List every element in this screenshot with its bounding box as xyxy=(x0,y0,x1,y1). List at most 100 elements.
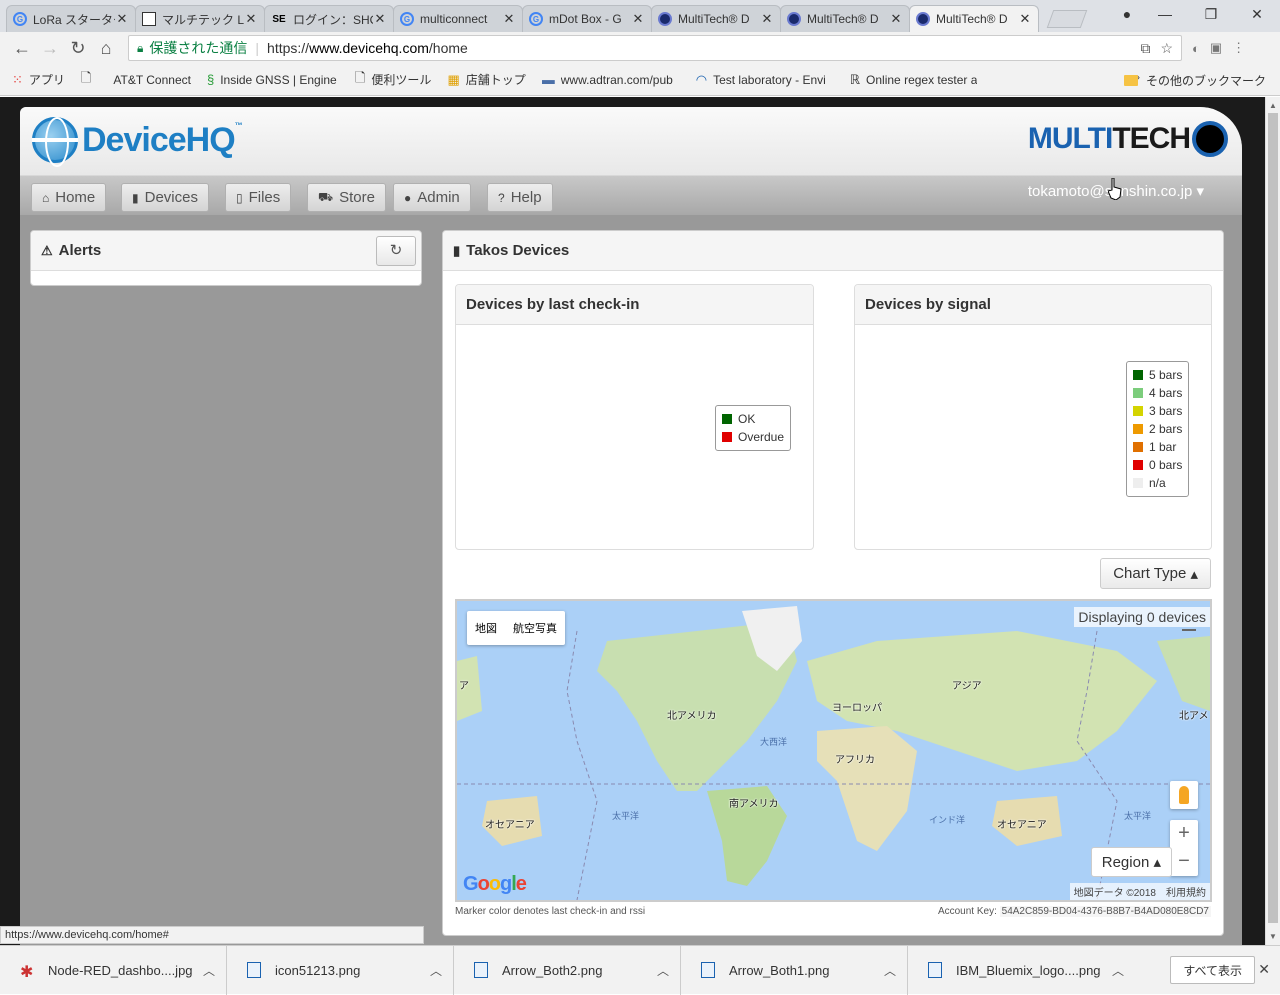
refresh-button[interactable]: ↻ xyxy=(376,236,416,266)
download-item[interactable]: ✱ Node-RED_dashbo....jpg ︿ xyxy=(0,945,227,995)
chevron-up-icon[interactable]: ︿ xyxy=(1101,962,1135,979)
new-tab-button[interactable] xyxy=(1046,10,1088,28)
download-item[interactable]: Arrow_Both2.png ︿ xyxy=(454,945,681,995)
browser-tab[interactable]: MultiTech® D ✕ xyxy=(780,5,910,32)
devicehq-logo[interactable]: DeviceHQ™ xyxy=(32,117,243,167)
nav-help-button[interactable]: ? Help xyxy=(487,183,553,212)
minimize-button[interactable]: — xyxy=(1142,0,1188,30)
bookmark-item[interactable]: ⁙ アプリ xyxy=(12,71,65,88)
nav-files-button[interactable]: ▯ Files xyxy=(225,183,292,212)
map-label: ア xyxy=(459,681,469,692)
scroll-thumb[interactable] xyxy=(1268,113,1278,923)
nav-admin-button[interactable]: ● Admin xyxy=(393,183,471,212)
devices-panel: ▮ Takos Devices Devices by last check-in … xyxy=(442,230,1224,936)
restore-button[interactable]: ❐ xyxy=(1188,0,1234,30)
scroll-down-icon[interactable]: ▼ xyxy=(1269,932,1277,941)
close-tab-icon[interactable]: ✕ xyxy=(889,11,903,27)
chevron-up-icon[interactable]: ︿ xyxy=(873,962,907,979)
translate-icon[interactable]: ⧉ xyxy=(1140,40,1150,57)
reload-icon[interactable]: ↻ xyxy=(64,38,92,59)
nav-home-button[interactable]: ⌂ Home xyxy=(31,183,107,212)
checkin-chart-title: Devices by last check-in xyxy=(456,285,813,325)
other-bookmarks[interactable]: その他のブックマーク xyxy=(1123,72,1266,89)
address-bar[interactable]: 🔒︎ 保護された通信 | https://www.devicehq.com/ho… xyxy=(128,35,1182,61)
bookmark-item[interactable]: ▦ 店舗トップ xyxy=(447,71,525,88)
map-type-map[interactable]: 地図 xyxy=(467,611,505,645)
device-map[interactable]: 北アメリカ ヨーロッパ アジア アフリカ 南アメリカ オセアニア オセアニア ア… xyxy=(455,599,1212,902)
devices-header: ▮ Takos Devices xyxy=(443,231,1223,271)
map-type-satellite[interactable]: 航空写真 xyxy=(505,611,565,645)
zoom-control: + − xyxy=(1170,820,1198,876)
download-item[interactable]: icon51213.png ︿ xyxy=(227,945,454,995)
extension-icon[interactable]: ◐ xyxy=(1192,41,1200,56)
home-icon[interactable]: ⌂ xyxy=(92,38,120,59)
browser-tab[interactable]: SE ログイン：SHO ✕ xyxy=(264,5,394,32)
secure-label: 保護された通信 xyxy=(149,40,248,56)
folder-icon xyxy=(1123,75,1138,86)
chart-type-button[interactable]: Chart Type ▴ xyxy=(1100,558,1211,589)
bookmark-item[interactable]: ◠ Test laboratory - Envi xyxy=(696,72,834,88)
close-window-button[interactable]: ✕ xyxy=(1234,0,1280,30)
close-tab-icon[interactable]: ✕ xyxy=(373,11,387,27)
map-terms-link[interactable]: 利用規約 xyxy=(1166,884,1206,899)
map-label: 北アメリカ xyxy=(667,711,717,722)
browser-tab[interactable]: Gmulticonnect ✕ xyxy=(393,5,523,32)
legend-label: 0 bars xyxy=(1149,458,1183,472)
checkin-legend: OK Overdue xyxy=(715,405,792,451)
google-icon: G xyxy=(400,12,414,26)
chevron-up-icon[interactable]: ︿ xyxy=(192,962,226,979)
back-icon[interactable]: ← xyxy=(8,38,36,59)
google-logo: Google xyxy=(463,873,527,895)
account-key-value: 54A2C859-BD04-4376-B8B7-B4AD080E8CD7 xyxy=(999,906,1211,917)
profile-icon[interactable]: ● xyxy=(1112,0,1142,30)
downloads-bar: ✱ Node-RED_dashbo....jpg ︿ icon51213.png ︿ … xyxy=(0,945,1280,995)
browser-tab[interactable]: マルチテック Lo ✕ xyxy=(135,5,265,32)
adtran-icon: ▬ xyxy=(541,72,555,87)
google-icon: G xyxy=(529,12,543,26)
browser-toolbar: ← → ↻ ⌂ 🔒︎ 保護された通信 | https://www.deviceh… xyxy=(0,32,1280,64)
browser-tab-active[interactable]: MultiTech® D ✕ xyxy=(909,5,1039,32)
close-tab-icon[interactable]: ✕ xyxy=(244,11,258,27)
zoom-in-button[interactable]: + xyxy=(1170,820,1198,848)
show-all-downloads-button[interactable]: すべて表示 xyxy=(1170,956,1255,984)
nav-label: Help xyxy=(510,189,542,206)
nav-label: Files xyxy=(248,189,281,206)
menu-icon[interactable]: ⋮ xyxy=(1232,40,1245,56)
bookmark-item[interactable]: § Inside GNSS | Engine xyxy=(207,72,339,87)
close-tab-icon[interactable]: ✕ xyxy=(760,11,774,27)
multitech-ring-icon xyxy=(1192,121,1228,157)
forward-icon[interactable]: → xyxy=(36,38,64,59)
window-controls: ● — ❐ ✕ xyxy=(1112,0,1280,30)
bookmark-label: 便利ツール xyxy=(371,73,432,87)
download-item[interactable]: IBM_Bluemix_logo....png ︿ xyxy=(908,946,1135,995)
page-scrollbar[interactable]: ▲ ▼ xyxy=(1265,97,1280,945)
bookmark-item[interactable]: ▬ www.adtran.com/pub xyxy=(542,72,680,87)
chevron-up-icon[interactable]: ︿ xyxy=(646,962,680,979)
bookmark-item[interactable]: 🗋︎ 便利ツール xyxy=(355,69,431,91)
close-tab-icon[interactable]: ✕ xyxy=(502,11,516,27)
close-downloads-icon[interactable]: ✕ xyxy=(1258,961,1270,978)
scroll-up-icon[interactable]: ▲ xyxy=(1269,101,1277,110)
nav-devices-button[interactable]: ▮ Devices xyxy=(121,183,209,212)
signal-chart-title: Devices by signal xyxy=(855,285,1211,325)
extension-g-icon[interactable]: ▣ xyxy=(1210,40,1222,56)
close-tab-icon[interactable]: ✕ xyxy=(115,11,129,27)
bookmark-item[interactable]: 🗋︎ xyxy=(81,69,97,91)
fullscreen-icon[interactable] xyxy=(1182,623,1196,631)
browser-tab[interactable]: GmDot Box - G ✕ xyxy=(522,5,652,32)
download-item[interactable]: Arrow_Both1.png ︿ xyxy=(681,945,908,995)
chevron-up-icon[interactable]: ︿ xyxy=(419,962,453,979)
close-tab-icon[interactable]: ✕ xyxy=(1018,11,1032,27)
bookmark-item[interactable]: AT&T Connect xyxy=(113,73,191,87)
region-button[interactable]: Region ▴ xyxy=(1090,847,1172,877)
bookmark-star-icon[interactable]: ☆ xyxy=(1160,40,1173,57)
browser-tab[interactable]: G LoRa スターター✕ xyxy=(6,5,136,32)
legend-item: 2 bars xyxy=(1133,420,1182,438)
multitech-icon xyxy=(916,12,930,26)
zoom-out-button[interactable]: − xyxy=(1170,848,1198,876)
street-view-button[interactable] xyxy=(1170,781,1198,809)
nav-store-button[interactable]: ⛟ Store xyxy=(307,183,386,212)
browser-tab[interactable]: MultiTech® D ✕ xyxy=(651,5,781,32)
bookmark-item[interactable]: ℝ Online regex tester a xyxy=(850,72,990,88)
close-tab-icon[interactable]: ✕ xyxy=(631,11,645,27)
